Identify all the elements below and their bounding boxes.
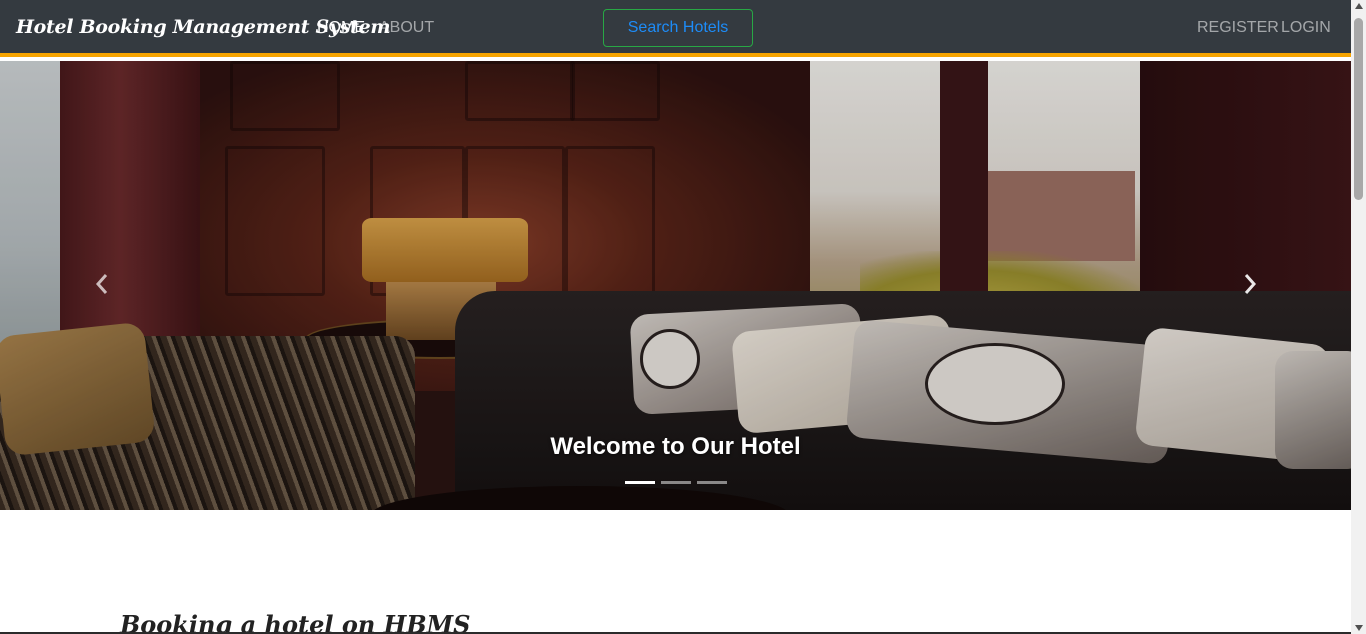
chevron-left-icon [95, 274, 108, 294]
scroll-up-arrow-icon[interactable] [1355, 3, 1363, 9]
carousel-indicator-2[interactable] [661, 481, 691, 484]
section-title: Booking a hotel on HBMS [120, 610, 471, 634]
search-hotels-button[interactable]: Search Hotels [603, 9, 753, 47]
scrollbar-thumb[interactable] [1354, 18, 1363, 200]
chevron-right-icon [1244, 274, 1257, 294]
nav-about-link[interactable]: ABOUT [379, 19, 434, 37]
nav-home-link[interactable]: HOME [317, 19, 365, 37]
top-navbar: Hotel Booking Management System HOME ABO… [0, 0, 1351, 57]
carousel-prev-button[interactable] [90, 271, 114, 301]
scroll-down-arrow-icon[interactable] [1355, 625, 1363, 631]
carousel-indicators [625, 481, 727, 484]
carousel-next-button[interactable] [1238, 271, 1262, 301]
vertical-scrollbar[interactable] [1351, 0, 1366, 634]
carousel-indicator-3[interactable] [697, 481, 727, 484]
nav-register-link[interactable]: REGISTER [1197, 19, 1279, 37]
carousel-indicator-1[interactable] [625, 481, 655, 484]
carousel-caption: Welcome to Our Hotel [550, 433, 801, 460]
nav-login-link[interactable]: LOGIN [1281, 19, 1331, 37]
hero-carousel: Welcome to Our Hotel [0, 61, 1351, 510]
